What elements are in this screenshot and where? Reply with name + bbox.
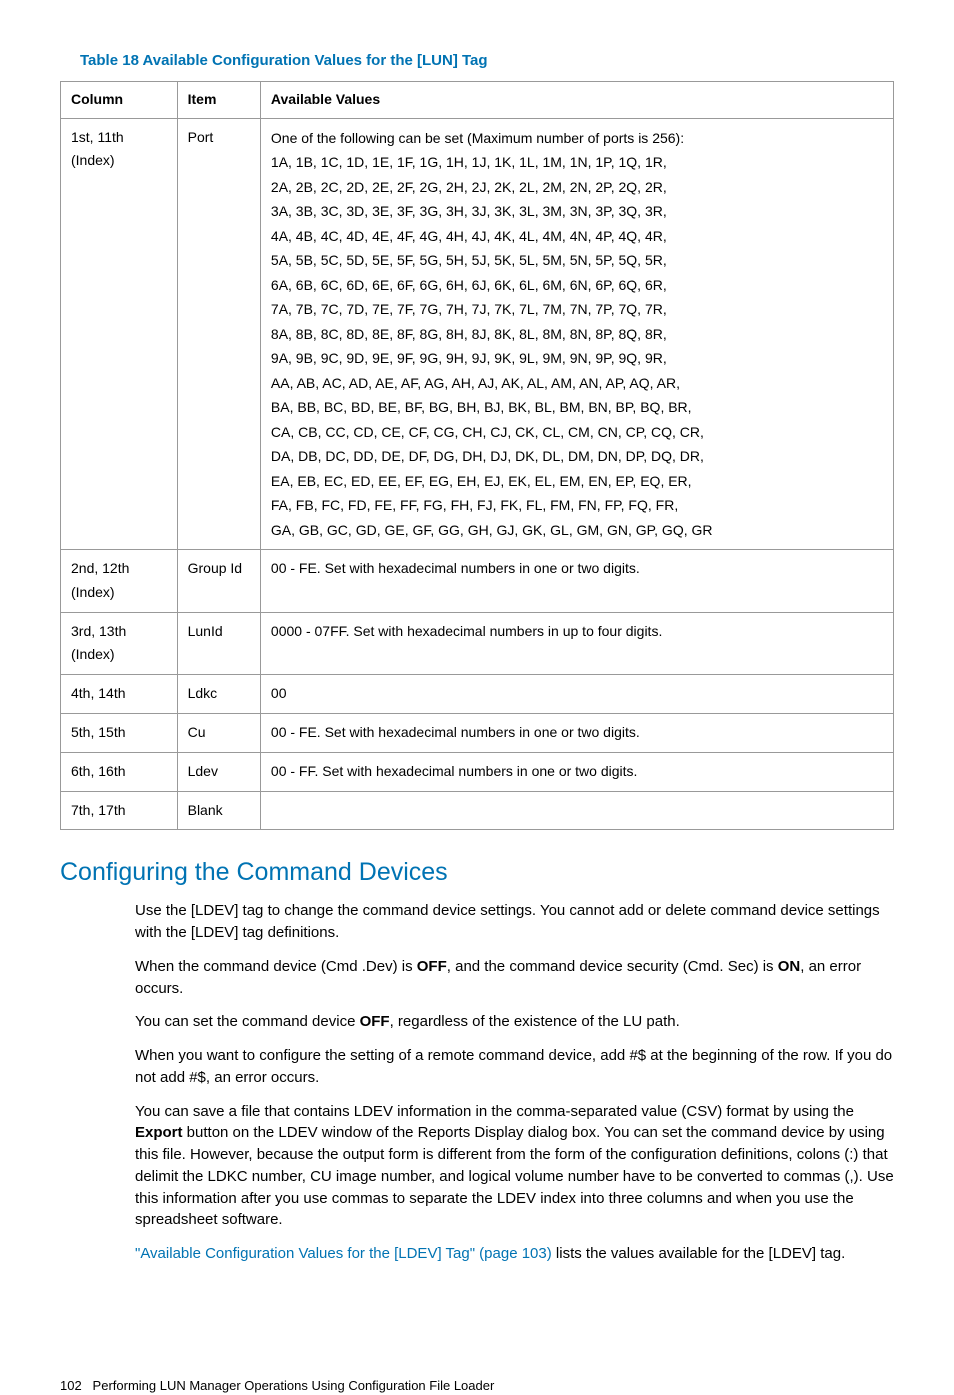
port-line: GA, GB, GC, GD, GE, GF, GG, GH, GJ, GK, …	[271, 518, 883, 543]
paragraph: When the command device (Cmd .Dev) is OF…	[135, 956, 894, 1000]
header-item: Item	[177, 82, 260, 119]
text-fragment: When the command device (Cmd .Dev) is	[135, 958, 417, 975]
cell-column: 5th, 15th	[61, 714, 178, 753]
port-line: BA, BB, BC, BD, BE, BF, BG, BH, BJ, BK, …	[271, 395, 883, 420]
port-line: 9A, 9B, 9C, 9D, 9E, 9F, 9G, 9H, 9J, 9K, …	[271, 346, 883, 371]
cell-column: 6th, 16th	[61, 752, 178, 791]
bold-export: Export	[135, 1124, 183, 1141]
text-fragment: , and the command device security (Cmd. …	[447, 958, 778, 975]
port-line: 2A, 2B, 2C, 2D, 2E, 2F, 2G, 2H, 2J, 2K, …	[271, 175, 883, 200]
port-line: AA, AB, AC, AD, AE, AF, AG, AH, AJ, AK, …	[271, 371, 883, 396]
table-row: 2nd, 12th (Index) Group Id 00 - FE. Set …	[61, 550, 894, 613]
port-line: 6A, 6B, 6C, 6D, 6E, 6F, 6G, 6H, 6J, 6K, …	[271, 273, 883, 298]
port-line: 8A, 8B, 8C, 8D, 8E, 8F, 8G, 8H, 8J, 8K, …	[271, 322, 883, 347]
config-values-table: Column Item Available Values 1st, 11th (…	[60, 81, 894, 830]
cell-values: 00 - FE. Set with hexadecimal numbers in…	[260, 550, 893, 613]
cell-column: 3rd, 13th (Index)	[61, 612, 178, 675]
paragraph: "Available Configuration Values for the …	[135, 1243, 894, 1265]
port-line: EA, EB, EC, ED, EE, EF, EG, EH, EJ, EK, …	[271, 469, 883, 494]
port-line: DA, DB, DC, DD, DE, DF, DG, DH, DJ, DK, …	[271, 444, 883, 469]
cell-values: One of the following can be set (Maximum…	[260, 118, 893, 550]
table-row: 3rd, 13th (Index) LunId 0000 - 07FF. Set…	[61, 612, 894, 675]
port-line: 5A, 5B, 5C, 5D, 5E, 5F, 5G, 5H, 5J, 5K, …	[271, 248, 883, 273]
page-number: 102	[60, 1378, 82, 1393]
port-line: 1A, 1B, 1C, 1D, 1E, 1F, 1G, 1H, 1J, 1K, …	[271, 150, 883, 175]
port-line: 7A, 7B, 7C, 7D, 7E, 7F, 7G, 7H, 7J, 7K, …	[271, 297, 883, 322]
cell-values: 00 - FF. Set with hexadecimal numbers in…	[260, 752, 893, 791]
cell-item: Port	[177, 118, 260, 550]
text-fragment: button on the LDEV window of the Reports…	[135, 1124, 894, 1228]
paragraph: You can save a file that contains LDEV i…	[135, 1101, 894, 1232]
header-values: Available Values	[260, 82, 893, 119]
cell-item: Ldev	[177, 752, 260, 791]
footer-title: Performing LUN Manager Operations Using …	[93, 1378, 495, 1393]
table-title: Table 18 Available Configuration Values …	[80, 50, 894, 71]
port-line: 3A, 3B, 3C, 3D, 3E, 3F, 3G, 3H, 3J, 3K, …	[271, 199, 883, 224]
bold-off: OFF	[360, 1013, 390, 1030]
paragraph: You can set the command device OFF, rega…	[135, 1011, 894, 1033]
text-fragment: lists the values available for the [LDEV…	[552, 1245, 846, 1262]
cell-column: 1st, 11th (Index)	[61, 118, 178, 550]
paragraph: Use the [LDEV] tag to change the command…	[135, 900, 894, 944]
cell-column: 2nd, 12th (Index)	[61, 550, 178, 613]
cell-values: 00	[260, 675, 893, 714]
bold-off: OFF	[417, 958, 447, 975]
cross-reference-link[interactable]: "Available Configuration Values for the …	[135, 1245, 552, 1262]
port-line: CA, CB, CC, CD, CE, CF, CG, CH, CJ, CK, …	[271, 420, 883, 445]
cell-values	[260, 791, 893, 830]
cell-item: Group Id	[177, 550, 260, 613]
table-row: 1st, 11th (Index) Port One of the follow…	[61, 118, 894, 550]
table-row: 4th, 14th Ldkc 00	[61, 675, 894, 714]
cell-item: Blank	[177, 791, 260, 830]
table-row: 6th, 16th Ldev 00 - FF. Set with hexadec…	[61, 752, 894, 791]
cell-values: 0000 - 07FF. Set with hexadecimal number…	[260, 612, 893, 675]
section-heading: Configuring the Command Devices	[60, 855, 894, 890]
paragraph: When you want to configure the setting o…	[135, 1045, 894, 1089]
text-fragment: You can save a file that contains LDEV i…	[135, 1103, 854, 1120]
text-fragment: You can set the command device	[135, 1013, 360, 1030]
cell-item: LunId	[177, 612, 260, 675]
cell-column: 4th, 14th	[61, 675, 178, 714]
table-row: 5th, 15th Cu 00 - FE. Set with hexadecim…	[61, 714, 894, 753]
bold-on: ON	[778, 958, 801, 975]
port-line: 4A, 4B, 4C, 4D, 4E, 4F, 4G, 4H, 4J, 4K, …	[271, 224, 883, 249]
port-line: FA, FB, FC, FD, FE, FF, FG, FH, FJ, FK, …	[271, 493, 883, 518]
page-footer: 102 Performing LUN Manager Operations Us…	[60, 1377, 494, 1395]
cell-column: 7th, 17th	[61, 791, 178, 830]
port-intro: One of the following can be set (Maximum…	[271, 126, 883, 151]
header-column: Column	[61, 82, 178, 119]
table-row: 7th, 17th Blank	[61, 791, 894, 830]
cell-item: Ldkc	[177, 675, 260, 714]
text-fragment: , regardless of the existence of the LU …	[390, 1013, 680, 1030]
cell-item: Cu	[177, 714, 260, 753]
cell-values: 00 - FE. Set with hexadecimal numbers in…	[260, 714, 893, 753]
